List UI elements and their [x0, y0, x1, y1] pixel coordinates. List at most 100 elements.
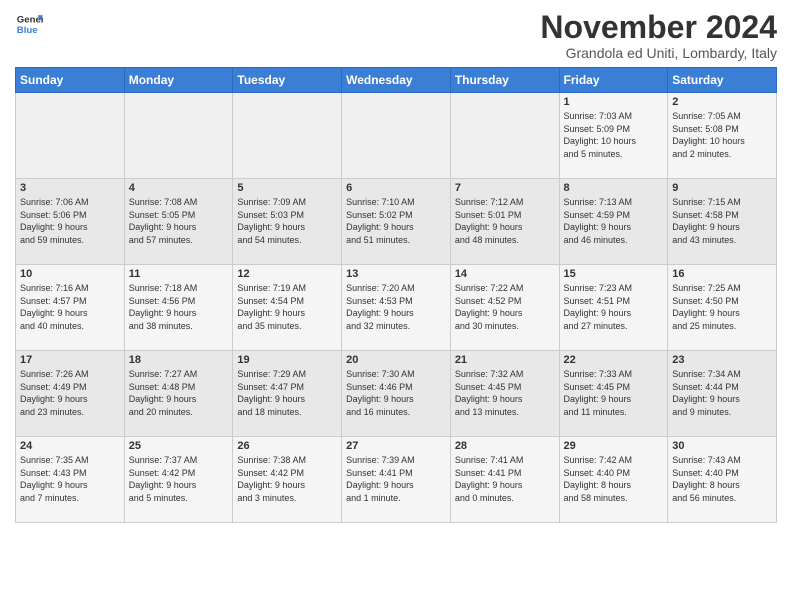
calendar-day: 20 Sunrise: 7:30 AM Sunset: 4:46 PM Dayli…	[342, 351, 451, 437]
header-saturday: Saturday	[668, 68, 777, 93]
calendar-day: 18Sunrise: 7:27 AM Sunset: 4:48 PM Dayli…	[124, 351, 233, 437]
day-number: 28	[455, 440, 555, 452]
svg-text:Blue: Blue	[17, 25, 38, 36]
day-number: 12	[237, 268, 337, 280]
day-info: Sunrise: 7:06 AM Sunset: 5:06 PM Dayligh…	[20, 196, 120, 246]
day-info: Sunrise: 7:42 AM Sunset: 4:40 PM Dayligh…	[564, 454, 664, 504]
day-info: Sunrise: 7:15 AM Sunset: 4:58 PM Dayligh…	[672, 196, 772, 246]
calendar-day	[124, 93, 233, 179]
day-number: 27	[346, 440, 446, 452]
day-info: Sunrise: 7:13 AM Sunset: 4:59 PM Dayligh…	[564, 196, 664, 246]
calendar-week-3: 10Sunrise: 7:16 AM Sunset: 4:57 PM Dayli…	[16, 265, 777, 351]
day-number: 24	[20, 440, 120, 452]
day-number: 9	[672, 182, 772, 194]
calendar-day: 2 Sunrise: 7:05 AM Sunset: 5:08 PM Daylig…	[668, 93, 777, 179]
calendar-day: 21 Sunrise: 7:32 AM Sunset: 4:45 PM Dayli…	[450, 351, 559, 437]
logo: General Blue	[15, 10, 43, 38]
calendar-day	[16, 93, 125, 179]
day-info: Sunrise: 7:22 AM Sunset: 4:52 PM Dayligh…	[455, 282, 555, 332]
calendar-day: 7 Sunrise: 7:12 AM Sunset: 5:01 PM Daylig…	[450, 179, 559, 265]
day-number: 22	[564, 354, 664, 366]
day-info: Sunrise: 7:10 AM Sunset: 5:02 PM Dayligh…	[346, 196, 446, 246]
day-info: Sunrise: 7:08 AM Sunset: 5:05 PM Dayligh…	[129, 196, 229, 246]
calendar-day: 24 Sunrise: 7:35 AM Sunset: 4:43 PM Dayli…	[16, 437, 125, 523]
day-number: 18	[129, 354, 229, 366]
calendar-day: 28 Sunrise: 7:41 AM Sunset: 4:41 PM Dayli…	[450, 437, 559, 523]
calendar-day: 8Sunrise: 7:13 AM Sunset: 4:59 PM Daylig…	[559, 179, 668, 265]
header-wednesday: Wednesday	[342, 68, 451, 93]
day-number: 14	[455, 268, 555, 280]
page-header: General Blue November 2024 Grandola ed U…	[15, 10, 777, 61]
day-info: Sunrise: 7:25 AM Sunset: 4:50 PM Dayligh…	[672, 282, 772, 332]
day-number: 3	[20, 182, 120, 194]
day-info: Sunrise: 7:34 AM Sunset: 4:44 PM Dayligh…	[672, 368, 772, 418]
day-number: 17	[20, 354, 120, 366]
day-info: Sunrise: 7:19 AM Sunset: 4:54 PM Dayligh…	[237, 282, 337, 332]
header-thursday: Thursday	[450, 68, 559, 93]
day-info: Sunrise: 7:12 AM Sunset: 5:01 PM Dayligh…	[455, 196, 555, 246]
logo-icon: General Blue	[15, 10, 43, 38]
calendar-week-5: 24 Sunrise: 7:35 AM Sunset: 4:43 PM Dayli…	[16, 437, 777, 523]
day-info: Sunrise: 7:16 AM Sunset: 4:57 PM Dayligh…	[20, 282, 120, 332]
calendar-day: 25 Sunrise: 7:37 AM Sunset: 4:42 PM Dayli…	[124, 437, 233, 523]
calendar-day: 19 Sunrise: 7:29 AM Sunset: 4:47 PM Dayli…	[233, 351, 342, 437]
calendar-day: 11 Sunrise: 7:18 AM Sunset: 4:56 PM Dayli…	[124, 265, 233, 351]
day-number: 19	[237, 354, 337, 366]
day-info: Sunrise: 7:35 AM Sunset: 4:43 PM Dayligh…	[20, 454, 120, 504]
calendar-day: 29Sunrise: 7:42 AM Sunset: 4:40 PM Dayli…	[559, 437, 668, 523]
day-number: 2	[672, 96, 772, 108]
day-number: 11	[129, 268, 229, 280]
calendar-day: 4 Sunrise: 7:08 AM Sunset: 5:05 PM Daylig…	[124, 179, 233, 265]
calendar-day: 9 Sunrise: 7:15 AM Sunset: 4:58 PM Daylig…	[668, 179, 777, 265]
calendar-day	[342, 93, 451, 179]
calendar-day: 13Sunrise: 7:20 AM Sunset: 4:53 PM Dayli…	[342, 265, 451, 351]
day-number: 26	[237, 440, 337, 452]
day-number: 25	[129, 440, 229, 452]
calendar-week-1: 1Sunrise: 7:03 AM Sunset: 5:09 PM Daylig…	[16, 93, 777, 179]
calendar-day: 16 Sunrise: 7:25 AM Sunset: 4:50 PM Dayli…	[668, 265, 777, 351]
calendar-day: 27 Sunrise: 7:39 AM Sunset: 4:41 PM Dayli…	[342, 437, 451, 523]
calendar-header-row: Sunday Monday Tuesday Wednesday Thursday…	[16, 68, 777, 93]
calendar-day: 15Sunrise: 7:23 AM Sunset: 4:51 PM Dayli…	[559, 265, 668, 351]
day-info: Sunrise: 7:29 AM Sunset: 4:47 PM Dayligh…	[237, 368, 337, 418]
day-info: Sunrise: 7:38 AM Sunset: 4:42 PM Dayligh…	[237, 454, 337, 504]
location-subtitle: Grandola ed Uniti, Lombardy, Italy	[540, 45, 777, 61]
calendar-day	[233, 93, 342, 179]
calendar-day: 22 Sunrise: 7:33 AM Sunset: 4:45 PM Dayli…	[559, 351, 668, 437]
calendar-week-2: 3 Sunrise: 7:06 AM Sunset: 5:06 PM Daylig…	[16, 179, 777, 265]
calendar-table: Sunday Monday Tuesday Wednesday Thursday…	[15, 67, 777, 523]
day-info: Sunrise: 7:33 AM Sunset: 4:45 PM Dayligh…	[564, 368, 664, 418]
day-number: 21	[455, 354, 555, 366]
calendar-day	[450, 93, 559, 179]
calendar-day: 30Sunrise: 7:43 AM Sunset: 4:40 PM Dayli…	[668, 437, 777, 523]
header-sunday: Sunday	[16, 68, 125, 93]
calendar-day: 6 Sunrise: 7:10 AM Sunset: 5:02 PM Daylig…	[342, 179, 451, 265]
header-monday: Monday	[124, 68, 233, 93]
day-number: 13	[346, 268, 446, 280]
calendar-day: 3 Sunrise: 7:06 AM Sunset: 5:06 PM Daylig…	[16, 179, 125, 265]
day-number: 5	[237, 182, 337, 194]
day-info: Sunrise: 7:05 AM Sunset: 5:08 PM Dayligh…	[672, 110, 772, 160]
calendar-day: 23 Sunrise: 7:34 AM Sunset: 4:44 PM Dayli…	[668, 351, 777, 437]
day-number: 7	[455, 182, 555, 194]
day-info: Sunrise: 7:32 AM Sunset: 4:45 PM Dayligh…	[455, 368, 555, 418]
day-info: Sunrise: 7:37 AM Sunset: 4:42 PM Dayligh…	[129, 454, 229, 504]
day-number: 23	[672, 354, 772, 366]
header-friday: Friday	[559, 68, 668, 93]
day-number: 20	[346, 354, 446, 366]
calendar-day: 1Sunrise: 7:03 AM Sunset: 5:09 PM Daylig…	[559, 93, 668, 179]
calendar-day: 17Sunrise: 7:26 AM Sunset: 4:49 PM Dayli…	[16, 351, 125, 437]
calendar-day: 26 Sunrise: 7:38 AM Sunset: 4:42 PM Dayli…	[233, 437, 342, 523]
day-info: Sunrise: 7:43 AM Sunset: 4:40 PM Dayligh…	[672, 454, 772, 504]
day-info: Sunrise: 7:41 AM Sunset: 4:41 PM Dayligh…	[455, 454, 555, 504]
day-number: 4	[129, 182, 229, 194]
day-info: Sunrise: 7:18 AM Sunset: 4:56 PM Dayligh…	[129, 282, 229, 332]
day-number: 16	[672, 268, 772, 280]
calendar-day: 10Sunrise: 7:16 AM Sunset: 4:57 PM Dayli…	[16, 265, 125, 351]
day-info: Sunrise: 7:09 AM Sunset: 5:03 PM Dayligh…	[237, 196, 337, 246]
day-info: Sunrise: 7:23 AM Sunset: 4:51 PM Dayligh…	[564, 282, 664, 332]
day-info: Sunrise: 7:30 AM Sunset: 4:46 PM Dayligh…	[346, 368, 446, 418]
day-info: Sunrise: 7:39 AM Sunset: 4:41 PM Dayligh…	[346, 454, 446, 504]
day-number: 6	[346, 182, 446, 194]
day-info: Sunrise: 7:03 AM Sunset: 5:09 PM Dayligh…	[564, 110, 664, 160]
